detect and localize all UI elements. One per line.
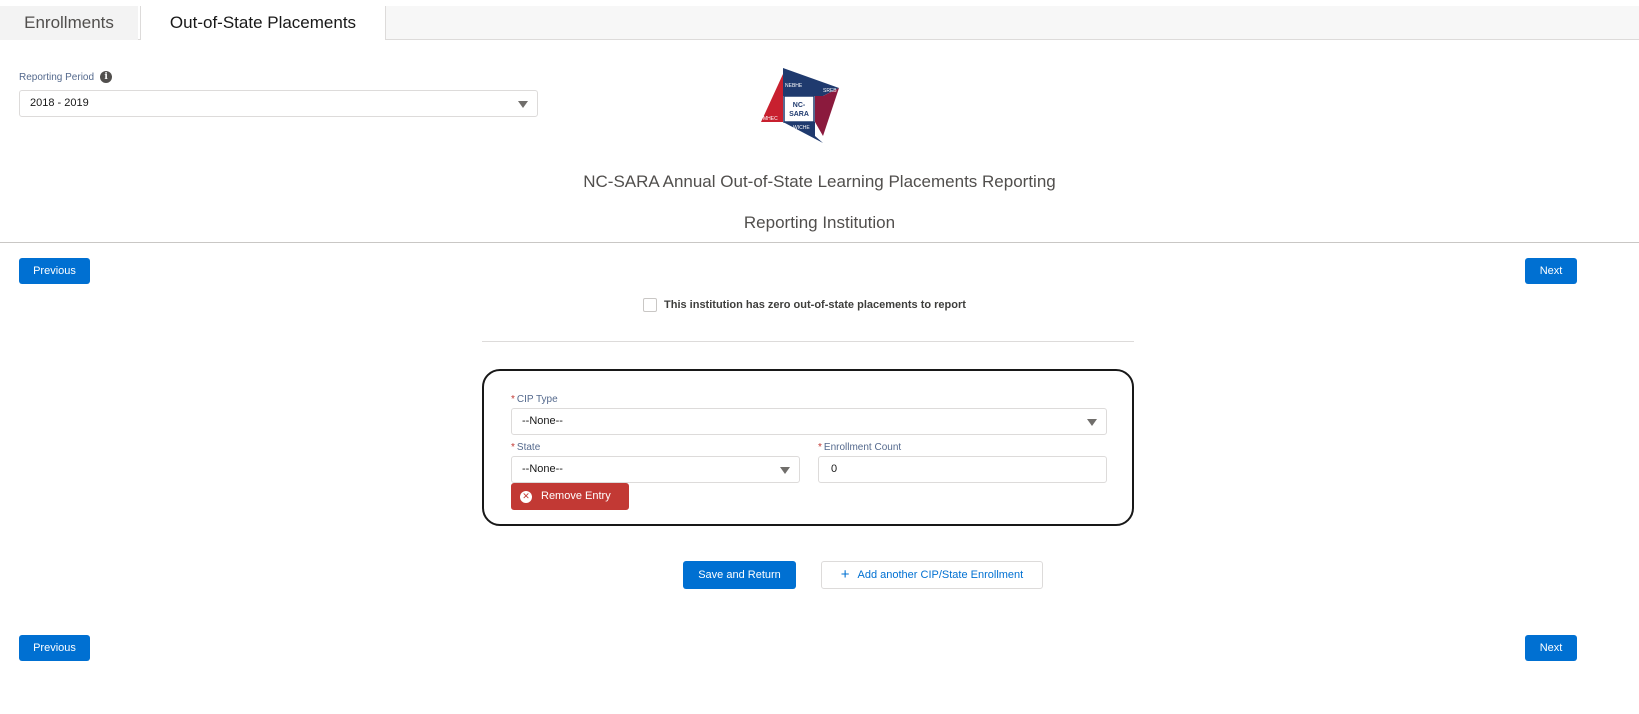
logo-mhec-text: MHEC <box>763 116 778 122</box>
enrollment-count-label: * Enrollment Count <box>818 442 901 453</box>
zero-placements-row: This institution has zero out-of-state p… <box>643 298 966 312</box>
state-select[interactable]: --None-- <box>511 456 800 483</box>
chevron-down-icon <box>1087 419 1097 426</box>
enrollment-count-input[interactable]: 0 <box>818 456 1107 483</box>
logo-center-line2: SARA <box>789 111 809 118</box>
enrollment-count-label-text: Enrollment Count <box>823 442 902 453</box>
chevron-down-icon <box>780 467 790 474</box>
next-button-bottom[interactable]: Next <box>1525 635 1577 661</box>
cip-type-select[interactable]: --None-- <box>511 408 1107 435</box>
chevron-down-icon <box>518 101 528 108</box>
reporting-period-value: 2018 - 2019 <box>30 97 89 109</box>
add-enrollment-button[interactable]: + Add another CIP/State Enrollment <box>821 561 1043 589</box>
previous-button-bottom[interactable]: Previous <box>19 635 90 661</box>
save-and-return-button[interactable]: Save and Return <box>683 561 796 589</box>
remove-entry-label: Remove Entry <box>541 490 611 502</box>
cip-type-value: --None-- <box>522 415 563 427</box>
page-title: NC-SARA Annual Out-of-State Learning Pla… <box>583 172 1056 191</box>
logo-center-box <box>783 95 815 123</box>
reporting-period-label: Reporting Period i <box>19 71 113 83</box>
required-marker: * <box>511 442 515 453</box>
required-marker: * <box>511 394 515 405</box>
logo-nebhe-text: NEBHE <box>785 83 803 89</box>
reporting-period-label-text: Reporting Period <box>19 71 95 83</box>
cip-type-label-text: CIP Type <box>516 394 558 405</box>
close-circle-icon: ✕ <box>520 490 532 503</box>
zero-placements-checkbox[interactable] <box>643 298 657 312</box>
divider <box>482 341 1134 342</box>
tab-out-of-state-placements[interactable]: Out-of-State Placements <box>140 6 386 40</box>
state-label-text: State <box>516 442 541 453</box>
logo-center-line1: NC- <box>793 102 806 109</box>
info-icon[interactable]: i <box>100 71 113 83</box>
divider <box>0 242 1639 243</box>
page-subtitle: Reporting Institution <box>743 213 896 232</box>
logo-wiche-text: WICHE <box>793 125 810 131</box>
cip-type-label: * CIP Type <box>511 394 558 405</box>
state-value: --None-- <box>522 463 563 475</box>
add-enrollment-label: Add another CIP/State Enrollment <box>857 569 1024 581</box>
logo-mhec-shape <box>761 74 783 122</box>
reporting-period-select[interactable]: 2018 - 2019 <box>19 90 538 117</box>
logo-sreb-text: SREB <box>823 88 837 94</box>
zero-placements-label[interactable]: This institution has zero out-of-state p… <box>664 299 966 311</box>
tab-bar: Enrollments Out-of-State Placements <box>0 6 1639 40</box>
remove-entry-button[interactable]: ✕ Remove Entry <box>511 483 629 510</box>
tab-enrollments[interactable]: Enrollments <box>0 6 138 40</box>
tab-bar-fill <box>386 6 1639 39</box>
enrollment-entry-card: * CIP Type --None-- * State --None-- * Enro… <box>482 369 1134 526</box>
next-button-top[interactable]: Next <box>1525 258 1577 284</box>
nc-sara-logo: NC- SARA NEBHE SREB MHEC WICHE <box>761 68 839 143</box>
state-label: * State <box>511 442 540 453</box>
required-marker: * <box>818 442 822 453</box>
plus-icon: + <box>840 566 850 583</box>
previous-button-top[interactable]: Previous <box>19 258 90 284</box>
